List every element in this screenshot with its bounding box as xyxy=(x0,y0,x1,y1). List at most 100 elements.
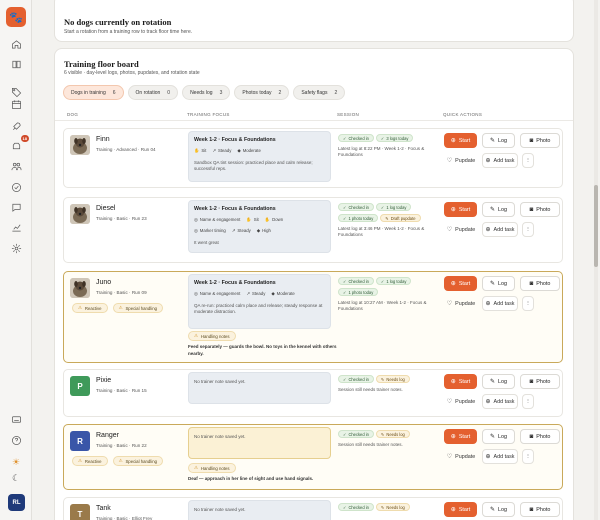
session-log: Latest log at 10:27 AM · Week 1-2 · Focu… xyxy=(338,300,427,311)
session-status: ✓ Checked in ✓ 1 log today ✓ 1 photo today ✎ Dr… xyxy=(338,203,438,238)
sun-icon[interactable]: ☀ xyxy=(9,455,23,469)
pupdate-button[interactable]: ♡ Pupdate xyxy=(444,449,478,464)
start-button[interactable]: ⊕ Start xyxy=(444,374,477,389)
filter-chips: Dogs in training 6 On rotation 0 Needs log… xyxy=(63,85,346,100)
start-button[interactable]: ⊕ Start xyxy=(444,202,477,217)
session-pill: ✓ Checked in xyxy=(338,134,374,142)
focus-card[interactable]: No trainer note saved yet. xyxy=(188,427,331,459)
filter-needs-log[interactable]: Needs log 3 xyxy=(182,85,231,100)
start-button[interactable]: ⊕ Start xyxy=(444,502,477,517)
pupdate-button[interactable]: ♡ Pupdate xyxy=(444,153,478,168)
dog-name[interactable]: Juno xyxy=(96,279,111,286)
moon-icon[interactable]: ☾ xyxy=(9,471,23,485)
camera-icon: ◙ xyxy=(529,280,534,287)
user-avatar[interactable]: RL xyxy=(8,494,25,511)
table-row: T Tank Training · Basic · Elliot Frey No tr… xyxy=(63,497,563,520)
help-icon[interactable] xyxy=(9,433,23,447)
col-focus: TRAINING FOCUS xyxy=(187,112,230,117)
book-icon[interactable] xyxy=(9,57,23,71)
col-actions: QUICK ACTIONS xyxy=(443,112,483,117)
focus-card[interactable]: No trainer note saved yet. xyxy=(188,500,331,520)
focus-card[interactable]: Week 1-2 · Focus & Foundations ✋ Sit ↗ Stead… xyxy=(188,131,331,182)
log-icon: ✎ xyxy=(489,379,496,385)
session-pill: ✓ 1 photo today xyxy=(338,214,379,222)
table-row: R Ranger Training · Basic · Run 22 ⚠ Reactiv… xyxy=(63,424,563,490)
more-menu-button[interactable]: ⋮ xyxy=(522,296,534,311)
home-icon[interactable] xyxy=(9,37,23,51)
heart-icon: ♡ xyxy=(446,158,453,164)
col-dog: DOG xyxy=(67,112,79,117)
session-status: ✓ Checked in ✎ Needs log xyxy=(338,503,438,515)
dog-icon[interactable]: 18 xyxy=(9,135,29,153)
filter-dogs-in-training[interactable]: Dogs in training 6 xyxy=(63,85,124,100)
focus-card[interactable]: No trainer note saved yet. xyxy=(188,372,331,404)
log-button[interactable]: ✎ Log xyxy=(482,202,515,217)
chat-icon[interactable] xyxy=(9,200,23,214)
log-button[interactable]: ✎ Log xyxy=(482,429,515,444)
camera-icon: ◙ xyxy=(529,137,534,144)
camera-icon: ◙ xyxy=(529,378,534,385)
paw-icon[interactable]: 🐾 xyxy=(6,7,26,27)
plus-icon: ⊕ xyxy=(485,158,491,164)
handling-notes-tag: ⚠ Handling notes xyxy=(188,463,236,473)
dog-name[interactable]: Pixie xyxy=(96,377,111,384)
more-menu-button[interactable]: ⋮ xyxy=(522,394,534,409)
focus-card[interactable]: Week 1-2 · Focus & Foundations ◎ Name & en… xyxy=(188,274,331,329)
keyboard-icon[interactable] xyxy=(9,412,23,426)
more-menu-button[interactable]: ⋮ xyxy=(522,222,534,237)
start-button[interactable]: ⊕ Start xyxy=(444,429,477,444)
dog-meta: Training · Basic · Elliot Frey xyxy=(96,516,153,520)
dog-avatar: R xyxy=(70,431,90,451)
dog-name[interactable]: Diesel xyxy=(96,205,115,212)
photo-button[interactable]: ◙ Photo xyxy=(520,502,560,517)
skill-chip: ◎ Marker timing xyxy=(194,228,226,233)
focus-card[interactable]: Week 1-2 · Focus & Foundations ◎ Name & en… xyxy=(188,200,331,253)
photo-button[interactable]: ◙ Photo xyxy=(520,202,560,217)
start-button[interactable]: ⊕ Start xyxy=(444,133,477,148)
check-circle-icon[interactable] xyxy=(9,180,23,194)
add-task-button[interactable]: ⊕ Add task xyxy=(482,222,518,237)
people-icon[interactable] xyxy=(9,159,23,173)
focus-skills: ✋ Sit ↗ Steady ◆ Moderate xyxy=(194,148,261,154)
session-pill: ✓ Checked in xyxy=(338,503,374,511)
session-status: ✓ Checked in ✎ Needs log Session still needs… xyxy=(338,375,438,393)
safety-tags: ⚠ Reactive ⚠ Special handling xyxy=(72,456,163,466)
log-icon: ✎ xyxy=(489,207,496,213)
filter-safety-flags[interactable]: Safety flags 2 xyxy=(293,85,346,100)
pupdate-button[interactable]: ♡ Pupdate xyxy=(444,296,478,311)
photo-button[interactable]: ◙ Photo xyxy=(520,133,560,148)
more-menu-button[interactable]: ⋮ xyxy=(522,153,534,168)
handling-note: Feed separately — guards the bowl. No to… xyxy=(188,344,337,356)
add-task-button[interactable]: ⊕ Add task xyxy=(482,296,518,311)
skill-chip: ↗ Steady xyxy=(246,291,266,296)
photo-button[interactable]: ◙ Photo xyxy=(520,374,560,389)
warning-icon: ⚠ xyxy=(78,458,82,463)
calendar-icon[interactable] xyxy=(9,97,23,111)
pupdate-button[interactable]: ♡ Pupdate xyxy=(444,222,478,237)
filter-on-rotation[interactable]: On rotation 0 xyxy=(127,85,179,100)
rocket-icon[interactable] xyxy=(9,119,23,133)
dog-name[interactable]: Tank xyxy=(96,505,111,512)
chart-icon[interactable] xyxy=(9,220,23,234)
dog-meta: Training · Basic · Run 22 xyxy=(96,443,147,448)
log-button[interactable]: ✎ Log xyxy=(482,374,515,389)
log-button[interactable]: ✎ Log xyxy=(482,133,515,148)
log-button[interactable]: ✎ Log xyxy=(482,502,515,517)
gear-icon[interactable] xyxy=(9,241,23,255)
add-task-button[interactable]: ⊕ Add task xyxy=(482,449,518,464)
dog-name[interactable]: Finn xyxy=(96,136,110,143)
scrollbar[interactable] xyxy=(594,0,598,520)
log-button[interactable]: ✎ Log xyxy=(482,276,515,291)
add-task-button[interactable]: ⊕ Add task xyxy=(482,153,518,168)
pupdate-button[interactable]: ♡ Pupdate xyxy=(444,394,478,409)
dog-name[interactable]: Ranger xyxy=(96,432,119,439)
focus-note: It went great xyxy=(194,240,219,245)
add-task-button[interactable]: ⊕ Add task xyxy=(482,394,518,409)
more-menu-button[interactable]: ⋮ xyxy=(522,449,534,464)
photo-button[interactable]: ◙ Photo xyxy=(520,429,560,444)
session-pill: ✎ Needs log xyxy=(375,375,410,383)
filter-photos-today[interactable]: Photos today 2 xyxy=(234,85,290,100)
start-button[interactable]: ⊕ Start xyxy=(444,276,477,291)
table-row: Juno Training · Basic · Run 09 ⚠ Reactive ⚠ S… xyxy=(63,271,563,363)
photo-button[interactable]: ◙ Photo xyxy=(520,276,560,291)
